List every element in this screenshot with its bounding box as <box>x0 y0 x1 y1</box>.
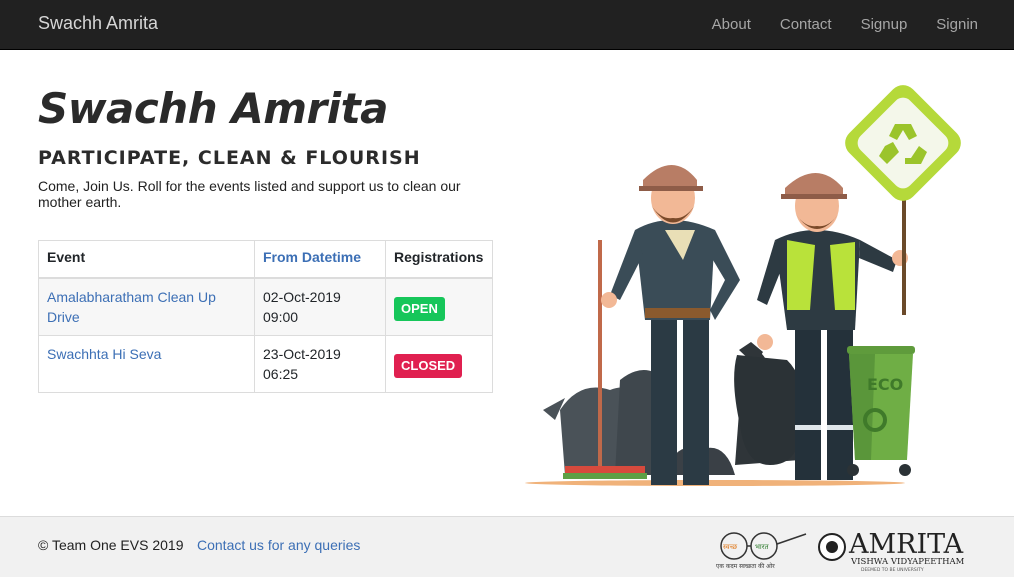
table-row: Amalabharatham Clean Up Drive 02-Oct-201… <box>38 277 493 336</box>
header-from-datetime[interactable]: From Datetime <box>254 240 386 279</box>
table-header-row: Event From Datetime Registrations <box>38 240 493 279</box>
eco-bin: ECO <box>847 346 915 476</box>
footer: © Team One EVS 2019 Contact us for any q… <box>0 516 1014 577</box>
amrita-logo-main: AMRITA <box>848 529 964 560</box>
status-badge-closed: CLOSED <box>394 354 463 378</box>
amrita-logo: AMRITA VISHWA VIDYAPEETHAM DEEMED TO BE … <box>818 529 965 573</box>
event-time: 06:25 <box>263 366 299 382</box>
event-cell: Swachhta Hi Seva <box>38 335 255 393</box>
page-title: Swachh Amrita <box>38 84 389 133</box>
registration-cell: CLOSED <box>385 335 493 393</box>
event-time: 09:00 <box>263 309 299 325</box>
amrita-logo-tag: DEEMED TO BE UNIVERSITY <box>861 567 924 573</box>
status-badge-open: OPEN <box>394 297 445 321</box>
navbar: Swachh Amrita About Contact Signup Signi… <box>0 0 1014 50</box>
nav-about-link[interactable]: About <box>712 16 751 33</box>
datetime-cell: 23-Oct-2019 06:25 <box>254 335 386 393</box>
registration-cell: OPEN <box>385 277 493 336</box>
copyright-text: © Team One EVS 2019 <box>38 537 184 553</box>
page-subtitle: PARTICIPATE, CLEAN & FLOURISH <box>38 147 421 169</box>
event-date: 23-Oct-2019 <box>263 346 341 362</box>
swachh-logo-caption: एक कदम स्वच्छता की ओर <box>716 562 775 570</box>
event-cell: Amalabharatham Clean Up Drive <box>38 277 255 336</box>
ground-shadow <box>525 480 905 486</box>
swachh-bharat-logo: स्वच्छ भारत एक कदम स्वच्छता की ओर <box>716 532 807 570</box>
header-event: Event <box>38 240 255 279</box>
bin-label: ECO <box>867 375 903 394</box>
event-date: 02-Oct-2019 <box>263 289 341 305</box>
swachh-logo-left-text: स्वच्छ <box>723 543 738 551</box>
recycle-sign <box>845 85 961 315</box>
hero-illustration: ECO <box>525 85 961 486</box>
swachh-logo-right-text: भारत <box>755 543 770 551</box>
intro-text: Come, Join Us. Roll for the events liste… <box>38 178 461 210</box>
nav-links: About Contact Signup Signin <box>712 16 978 33</box>
table-row: Swachhta Hi Seva 23-Oct-2019 06:25 CLOSED <box>38 335 493 393</box>
events-table: Event From Datetime Registrations Amalab… <box>38 240 493 393</box>
event-link[interactable]: Swachhta Hi Seva <box>47 346 161 362</box>
contact-link[interactable]: Contact us for any queries <box>197 537 360 553</box>
event-link[interactable]: Amalabharatham Clean Up Drive <box>47 289 216 325</box>
datetime-cell: 02-Oct-2019 09:00 <box>254 277 386 336</box>
brand-link[interactable]: Swachh Amrita <box>38 13 158 34</box>
nav-signup-link[interactable]: Signup <box>861 16 908 33</box>
header-registrations: Registrations <box>385 240 493 279</box>
amrita-logo-sub: VISHWA VIDYAPEETHAM <box>850 557 965 567</box>
nav-contact-link[interactable]: Contact <box>780 16 832 33</box>
nav-signin-link[interactable]: Signin <box>936 16 978 33</box>
